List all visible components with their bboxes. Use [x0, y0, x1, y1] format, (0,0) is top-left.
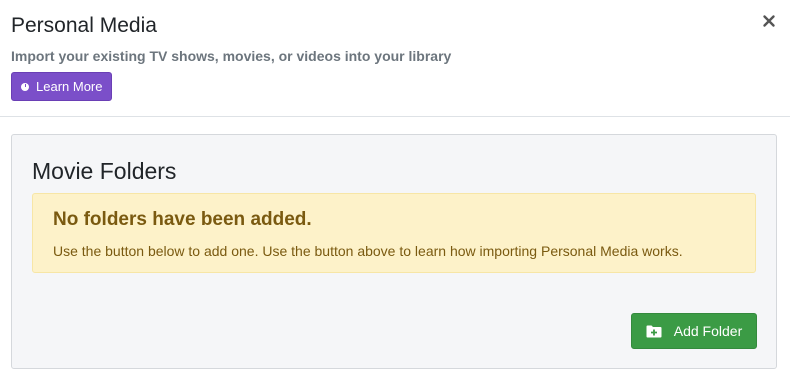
alert-heading: No folders have been added. [53, 209, 312, 230]
movie-folders-panel: Movie Folders No folders have been added… [11, 134, 777, 369]
close-icon [762, 14, 776, 28]
empty-folders-alert: No folders have been added. Use the butt… [32, 193, 756, 273]
learn-more-button[interactable]: Learn More [11, 72, 113, 101]
panel-title: Movie Folders [32, 158, 177, 184]
dialog-header: Personal Media Import your existing TV s… [0, 0, 790, 117]
dialog-title: Personal Media [11, 14, 157, 37]
dialog-subtitle: Import your existing TV shows, movies, o… [11, 48, 452, 64]
folder-plus-icon [646, 325, 662, 338]
personal-media-dialog: Personal Media Import your existing TV s… [0, 0, 790, 385]
info-icon [21, 82, 29, 91]
learn-more-label: Learn More [36, 79, 103, 94]
alert-text: Use the button below to add one. Use the… [53, 243, 683, 259]
add-folder-button[interactable]: Add Folder [631, 313, 757, 349]
add-folder-label: Add Folder [673, 323, 743, 339]
close-button[interactable] [762, 14, 776, 28]
